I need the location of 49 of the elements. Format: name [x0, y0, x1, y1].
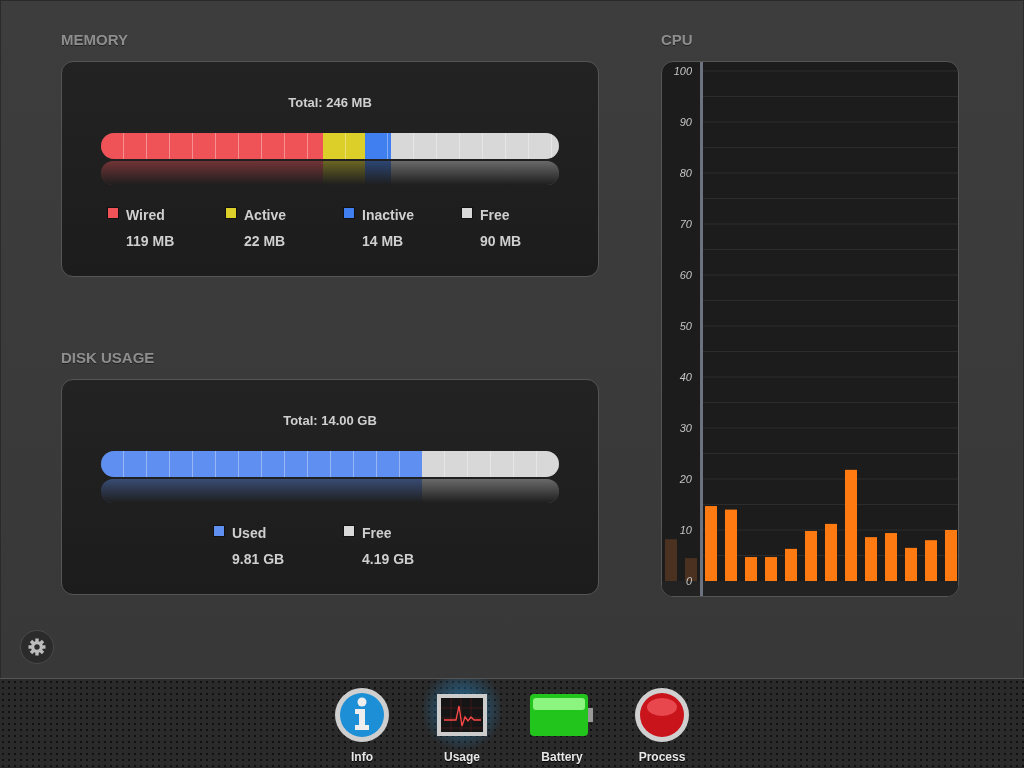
cpu-bar	[925, 540, 937, 581]
tab-button[interactable]: Battery	[523, 679, 601, 767]
settings-button[interactable]	[20, 630, 54, 664]
total-label: Total: 246 MB	[288, 94, 372, 109]
legend-value: 90 MB	[480, 232, 522, 251]
tab-button[interactable]: Usage	[423, 679, 501, 767]
legend-value: 22 MB	[244, 232, 287, 251]
axis-tick-label: 80	[679, 167, 692, 179]
total-label: Total: 14.00 GB	[283, 412, 377, 427]
cpu-bar	[885, 533, 897, 581]
legend-label: Free	[480, 206, 511, 225]
legend-value: 14 MB	[362, 232, 405, 251]
legend-label: Free	[362, 524, 393, 543]
legend-value: 9.81 GB	[232, 550, 285, 569]
info-icon	[334, 687, 390, 743]
heartbeat-monitor-icon	[436, 693, 488, 737]
axis-tick-label: 50	[679, 320, 692, 332]
cpu-bar	[805, 531, 817, 581]
tab-button[interactable]: Process	[623, 679, 701, 767]
legend-label: Used	[232, 524, 268, 543]
legend-label: Inactive	[362, 206, 415, 225]
legend-label: Wired	[126, 206, 166, 225]
settings-icon	[27, 637, 47, 657]
cpu-bar	[725, 509, 737, 581]
axis-tick-label: 70	[679, 218, 692, 230]
axis-tick-label: 10	[679, 524, 692, 536]
section-heading: CPU	[661, 30, 694, 49]
legend-value: 4.19 GB	[362, 550, 415, 569]
cpu-bar	[785, 548, 797, 581]
axis-tick-label: 40	[679, 371, 692, 383]
axis-tick-label: 0	[685, 575, 692, 587]
axis-tick-label: 60	[679, 269, 692, 281]
cpu-bar	[945, 530, 957, 581]
axis-tick-label: 90	[679, 116, 692, 128]
legend-value: 119 MB	[126, 232, 175, 251]
stop-button-icon	[634, 687, 690, 743]
cpu-bar	[745, 557, 757, 581]
axis-tick-label: 100	[673, 65, 692, 77]
legend-label: Active	[244, 206, 287, 225]
cpu-bar	[905, 547, 917, 581]
tab-button[interactable]: Info	[323, 679, 401, 767]
axis-tick-label: 30	[679, 422, 692, 434]
cpu-bar	[765, 557, 777, 581]
battery-icon	[529, 692, 595, 738]
section-heading: MEMORY	[61, 30, 129, 49]
cpu-bar	[865, 537, 877, 581]
axis-tick-label: 20	[679, 473, 692, 485]
cpu-bar	[825, 523, 837, 581]
section-heading: DISK USAGE	[61, 348, 156, 367]
